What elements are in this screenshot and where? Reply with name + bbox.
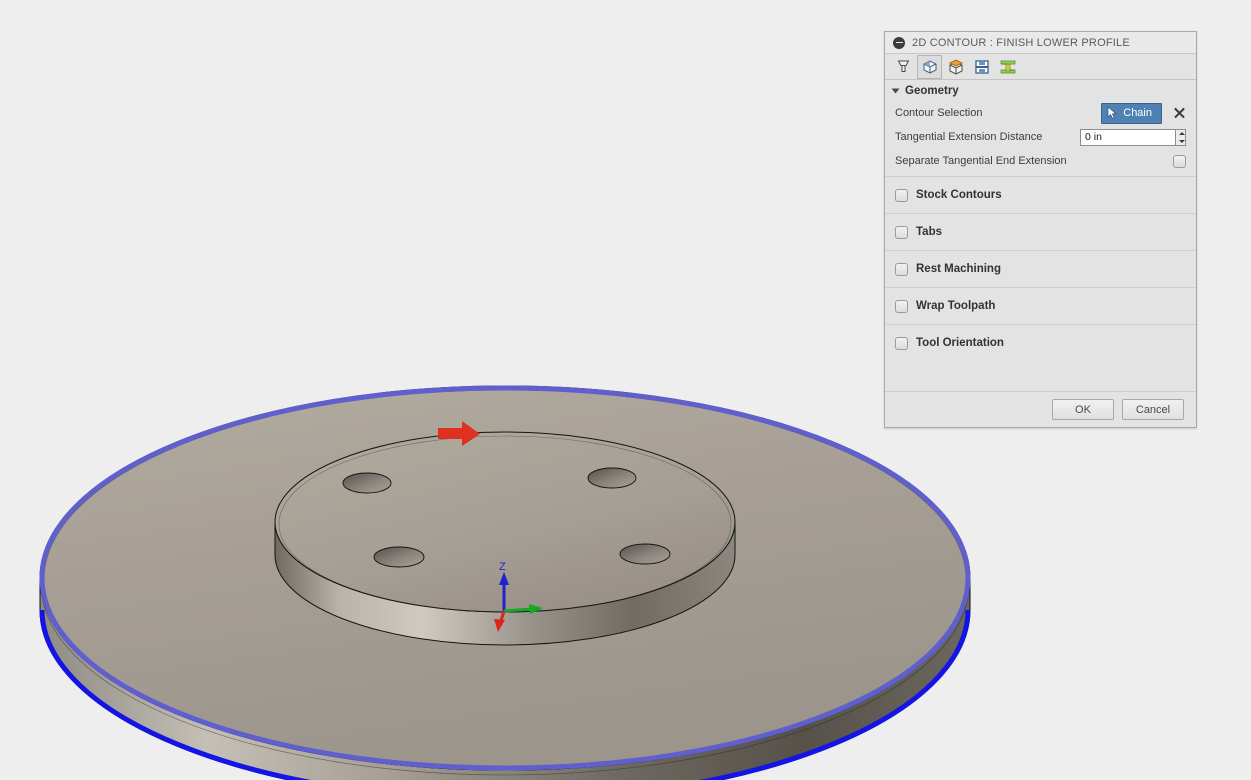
passes-tab[interactable] — [969, 55, 994, 79]
geometry-section-header[interactable]: Geometry — [885, 80, 1196, 101]
center-boss — [274, 431, 736, 646]
section-wrap-toolpath[interactable]: Wrap Toolpath — [885, 287, 1196, 324]
tabs-label: Tabs — [916, 226, 942, 238]
geometry-cube-icon — [923, 59, 936, 74]
tangential-extension-stepper[interactable] — [1080, 128, 1186, 146]
tool-tab[interactable] — [891, 55, 916, 79]
stepper-up-icon[interactable] — [1176, 130, 1185, 138]
contour-selection-label: Contour Selection — [895, 107, 983, 119]
operation-dialog[interactable]: 2D CONTOUR : FINISH LOWER PROFILE Geomet… — [884, 31, 1197, 428]
tool-orientation-checkbox[interactable] — [895, 336, 908, 350]
tangential-extension-row: Tangential Extension Distance — [885, 125, 1196, 149]
heights-tab[interactable] — [943, 55, 968, 79]
wrap-toolpath-label: Wrap Toolpath — [916, 300, 996, 312]
stock-contours-checkbox[interactable] — [895, 188, 908, 202]
heights-cube-icon — [948, 58, 963, 75]
cursor-arrow-icon — [1107, 106, 1118, 119]
endmill-tool-icon — [897, 60, 910, 72]
section-rest-machining[interactable]: Rest Machining — [885, 250, 1196, 287]
section-tool-orientation[interactable]: Tool Orientation — [885, 324, 1196, 361]
section-stock-contours[interactable]: Stock Contours — [885, 176, 1196, 213]
chain-button-label: Chain — [1123, 107, 1152, 119]
ok-button[interactable]: OK — [1052, 399, 1114, 420]
dialog-titlebar[interactable]: 2D CONTOUR : FINISH LOWER PROFILE — [885, 32, 1196, 54]
contour-selection-row: Contour Selection Chain — [885, 101, 1196, 125]
geometry-tab[interactable] — [917, 54, 942, 79]
tangential-extension-label: Tangential Extension Distance — [895, 131, 1043, 143]
tabs-checkbox[interactable] — [895, 225, 908, 239]
stock-contours-label: Stock Contours — [916, 189, 1002, 201]
clear-selection-x-icon[interactable] — [1172, 106, 1186, 120]
linking-icon — [1000, 60, 1015, 73]
rest-machining-checkbox[interactable] — [895, 262, 908, 276]
wrap-toolpath-checkbox[interactable] — [895, 299, 908, 313]
stepper-buttons[interactable] — [1175, 128, 1186, 146]
rest-machining-label: Rest Machining — [916, 263, 1001, 275]
chain-select-button[interactable]: Chain — [1101, 102, 1162, 124]
section-tabs[interactable]: Tabs — [885, 213, 1196, 250]
cancel-button[interactable]: Cancel — [1122, 399, 1184, 420]
stepper-down-icon[interactable] — [1176, 137, 1185, 145]
tool-orientation-label: Tool Orientation — [916, 337, 1004, 349]
operation-tabbar[interactable] — [885, 54, 1196, 80]
geometry-section-label: Geometry — [905, 85, 959, 97]
separate-tangential-checkbox[interactable] — [1173, 154, 1186, 168]
linking-tab[interactable] — [995, 55, 1020, 79]
tangential-extension-input[interactable] — [1080, 128, 1175, 146]
dialog-title: 2D CONTOUR : FINISH LOWER PROFILE — [912, 36, 1130, 49]
passes-icon — [974, 59, 989, 74]
axis-label-z: Z — [499, 561, 506, 573]
dialog-footer: OK Cancel — [885, 391, 1196, 427]
separate-tangential-label: Separate Tangential End Extension — [895, 155, 1067, 167]
geometry-section: Geometry Contour Selection Chain Tangent… — [885, 80, 1196, 176]
minus-circle-icon[interactable] — [893, 36, 905, 49]
chevron-down-icon[interactable] — [891, 88, 900, 94]
separate-tangential-row: Separate Tangential End Extension — [885, 149, 1196, 173]
